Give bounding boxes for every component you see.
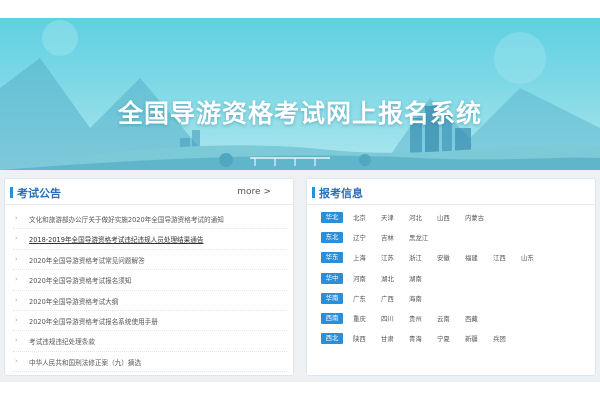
province-link[interactable]: 四川 [381, 314, 394, 323]
region-tag: 西南 [321, 312, 343, 324]
notice-item[interactable]: › 2020年全国导游资格考试大纲 [13, 291, 287, 311]
notice-item[interactable]: › 2020年全国导游资格考试常见问题解答 [13, 250, 287, 271]
bullet-icon: › [15, 295, 18, 304]
notice-panel-title: 考试公告 [17, 187, 61, 200]
province-link[interactable]: 天津 [381, 213, 394, 222]
notice-item[interactable]: › 2020年全国导游资格考试报名须知 [13, 270, 287, 291]
province-link[interactable]: 兵团 [493, 334, 506, 343]
province-link[interactable]: 山东 [521, 253, 534, 262]
bullet-icon: › [15, 356, 18, 365]
province-link[interactable]: 北京 [353, 213, 366, 222]
province-link[interactable]: 黑龙江 [409, 233, 428, 242]
province-link[interactable]: 山西 [437, 213, 450, 222]
bullet-icon: › [15, 275, 18, 284]
province-link[interactable]: 浙江 [409, 253, 422, 262]
notice-link[interactable]: 2020年全国导游资格考试大纲 [29, 296, 118, 306]
province-link[interactable]: 宁夏 [437, 334, 450, 343]
province-link[interactable]: 青海 [409, 334, 422, 343]
notice-list: › 文化和旅游部办公厅关于做好实施2020年全国导游资格考试的通知 › 2018-2… [13, 209, 287, 373]
province-link[interactable]: 内蒙古 [465, 213, 484, 222]
province-link[interactable]: 江苏 [381, 253, 394, 262]
region-row: 华北 北京 天津 河北 山西 内蒙古 [321, 210, 591, 230]
notice-item[interactable]: › 文化和旅游部办公厅关于做好实施2020年全国导游资格考试的通知 [13, 209, 287, 230]
region-list: 华北 北京 天津 河北 山西 内蒙古东北 辽宁 吉林 黑龙江华东 上海 江苏 浙江 安徽 福建 江西 山东华中… [321, 210, 591, 351]
province-link[interactable]: 海南 [409, 294, 422, 303]
notice-link[interactable]: 2020年全国导游资格考试报名须知 [29, 275, 132, 285]
title-marker-icon [312, 187, 315, 198]
province-link[interactable]: 甘肃 [381, 334, 394, 343]
bullet-icon: › [15, 254, 18, 263]
info-panel-header: 报考信息 [307, 179, 595, 205]
notice-panel: 考试公告 more > › 文化和旅游部办公厅关于做好实施2020年全国导游资格考… [4, 178, 294, 376]
province-link[interactable]: 辽宁 [353, 233, 366, 242]
region-tag: 华南 [321, 292, 343, 304]
province-link[interactable]: 福建 [465, 253, 478, 262]
notice-link[interactable]: 文化和旅游部办公厅关于做好实施2020年全国导游资格考试的通知 [29, 214, 224, 224]
region-tag: 华中 [321, 272, 343, 284]
bullet-icon: › [15, 234, 18, 243]
notice-link[interactable]: 2020年全国导游资格考试常见问题解答 [29, 255, 145, 265]
exam-info-panel: 报考信息 华北 北京 天津 河北 山西 内蒙古东北 辽宁 吉林 黑龙江华东 上海 江苏 浙江 安徽 福建 江… [306, 178, 596, 376]
header-banner: 全国导游资格考试网上报名系统 [0, 18, 600, 170]
region-row: 西南 重庆 四川 贵州 云南 西藏 [321, 311, 591, 331]
region-row: 西北 陕西 甘肃 青海 宁夏 新疆 兵团 [321, 331, 591, 351]
notice-link[interactable]: 2018-2019年全国导游资格考试违纪违规人员处理结果通告 [29, 234, 203, 244]
notice-item[interactable]: › 2018-2019年全国导游资格考试违纪违规人员处理结果通告 [13, 229, 287, 250]
region-row: 华中 河南 湖北 湖南 [321, 271, 591, 291]
info-panel-title: 报考信息 [319, 187, 363, 200]
notice-item[interactable]: › 中华人民共和国刑法修正案（九）摘选 [13, 352, 287, 373]
province-link[interactable]: 安徽 [437, 253, 450, 262]
region-row: 华东 上海 江苏 浙江 安徽 福建 江西 山东 [321, 250, 591, 270]
province-link[interactable]: 湖南 [409, 274, 422, 283]
notice-panel-header: 考试公告 more > [5, 179, 293, 205]
province-link[interactable]: 新疆 [465, 334, 478, 343]
province-link[interactable]: 陕西 [353, 334, 366, 343]
more-link[interactable]: more > [237, 187, 271, 197]
bullet-icon: › [15, 336, 18, 345]
region-tag: 华东 [321, 252, 343, 264]
region-row: 东北 辽宁 吉林 黑龙江 [321, 230, 591, 250]
notice-link[interactable]: 考试违规违纪处理条款 [29, 336, 95, 346]
province-link[interactable]: 云南 [437, 314, 450, 323]
title-marker-icon [10, 187, 13, 198]
notice-item[interactable]: › 2020年全国导游资格考试报名系统使用手册 [13, 311, 287, 332]
region-tag: 西北 [321, 333, 343, 345]
bullet-icon: › [15, 214, 18, 222]
notice-link[interactable]: 2020年全国导游资格考试报名系统使用手册 [29, 316, 158, 326]
province-link[interactable]: 贵州 [409, 314, 422, 323]
province-link[interactable]: 广西 [381, 294, 394, 303]
province-link[interactable]: 江西 [493, 253, 506, 262]
region-tag: 东北 [321, 232, 343, 244]
province-link[interactable]: 湖北 [381, 274, 394, 283]
province-link[interactable]: 上海 [353, 253, 366, 262]
province-link[interactable]: 河北 [409, 213, 422, 222]
province-link[interactable]: 广东 [353, 294, 366, 303]
site-title: 全国导游资格考试网上报名系统 [117, 99, 482, 128]
province-link[interactable]: 吉林 [381, 233, 394, 242]
bullet-icon: › [15, 315, 18, 324]
region-row: 华南 广东 广西 海南 [321, 291, 591, 311]
province-link[interactable]: 重庆 [353, 314, 366, 323]
notice-item[interactable]: › 考试违规违纪处理条款 [13, 331, 287, 352]
province-link[interactable]: 河南 [353, 274, 366, 283]
province-link[interactable]: 西藏 [465, 314, 478, 323]
notice-link[interactable]: 中华人民共和国刑法修正案（九）摘选 [29, 357, 141, 367]
region-tag: 华北 [321, 212, 343, 223]
